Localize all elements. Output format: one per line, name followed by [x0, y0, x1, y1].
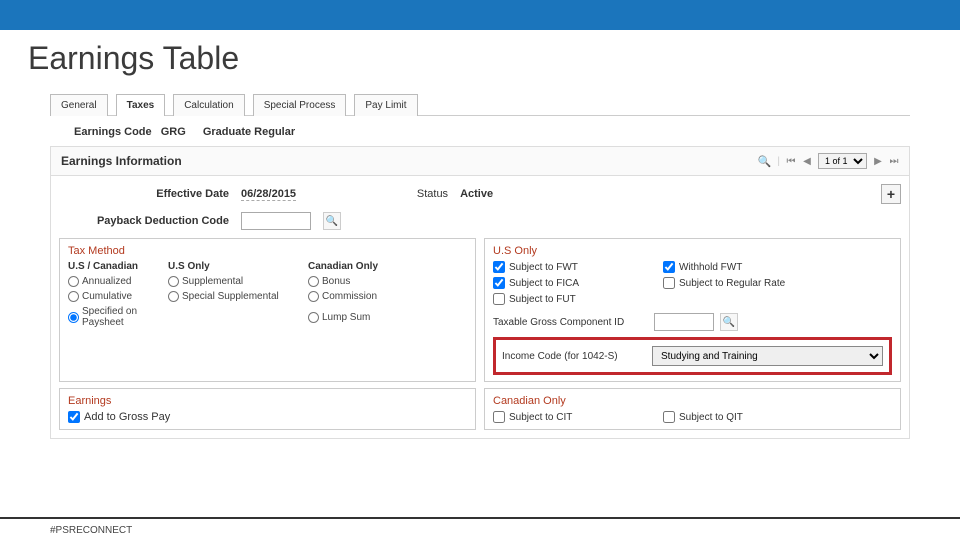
- tab-calculation[interactable]: Calculation: [173, 94, 244, 116]
- slide-footer: #PSRECONNECT: [0, 517, 960, 540]
- radio-annualized[interactable]: Annualized: [68, 276, 168, 287]
- find-icon[interactable]: 🔍: [758, 155, 772, 168]
- tab-special-process[interactable]: Special Process: [253, 94, 347, 116]
- tabstrip: General Taxes Calculation Special Proces…: [50, 93, 910, 116]
- taxable-gross-row: Taxable Gross Component ID 🔍: [493, 313, 892, 331]
- effective-date-value: 06/28/2015: [241, 188, 296, 201]
- radio-cumulative[interactable]: Cumulative: [68, 291, 168, 302]
- taxable-gross-input[interactable]: [654, 313, 714, 331]
- earnings-code-label: Earnings Code: [74, 126, 152, 138]
- chk-withhold-fwt[interactable]: Withhold FWT: [663, 261, 833, 273]
- chk-subject-fwt[interactable]: Subject to FWT: [493, 261, 663, 273]
- chk-subject-cit[interactable]: Subject to CIT: [493, 411, 663, 423]
- chk-subject-regular-rate[interactable]: Subject to Regular Rate: [663, 277, 833, 289]
- payback-lookup-icon[interactable]: 🔍: [323, 212, 341, 230]
- radio-supplemental[interactable]: Supplemental: [168, 276, 308, 287]
- pager-prev-icon[interactable]: ◀: [802, 156, 812, 166]
- effective-date-row: Effective Date 06/28/2015 Status Active …: [59, 184, 901, 204]
- earnings-title: Earnings: [68, 395, 467, 407]
- income-code-highlight: Income Code (for 1042-S) Studying and Tr…: [493, 337, 892, 375]
- tax-method-box: Tax Method U.S / Canadian U.S Only Canad…: [59, 238, 476, 382]
- earnings-code-value: GRG: [161, 126, 186, 138]
- hdr-ca-only: Canadian Only: [308, 261, 418, 272]
- canadian-only-title: Canadian Only: [493, 395, 892, 407]
- earnings-row: Earnings Add to Gross Pay Canadian Only …: [59, 388, 901, 430]
- tax-method-headers: U.S / Canadian U.S Only Canadian Only: [68, 261, 467, 272]
- status-label: Status: [368, 188, 448, 200]
- footer-hashtag: #PSRECONNECT: [50, 525, 132, 536]
- payback-input[interactable]: [241, 212, 311, 230]
- radio-commission[interactable]: Commission: [308, 291, 418, 302]
- chk-subject-fica[interactable]: Subject to FICA: [493, 277, 663, 289]
- earnings-box-left: Earnings Add to Gross Pay: [59, 388, 476, 430]
- earnings-code-description: Graduate Regular: [203, 126, 295, 138]
- us-only-grid: Subject to FWT Withhold FWT Subject to F…: [493, 261, 892, 305]
- income-code-select[interactable]: Studying and Training: [652, 346, 883, 366]
- payback-row: Payback Deduction Code 🔍: [59, 212, 901, 230]
- earnings-info-panel: Effective Date 06/28/2015 Status Active …: [50, 176, 910, 439]
- slide-title: Earnings Table: [0, 30, 960, 93]
- taxable-gross-label: Taxable Gross Component ID: [493, 317, 648, 328]
- pager-next-icon[interactable]: ▶: [873, 156, 883, 166]
- us-only-title: U.S Only: [493, 245, 892, 257]
- tab-pay-limit[interactable]: Pay Limit: [354, 94, 417, 116]
- pager-last-icon[interactable]: ⏭: [889, 156, 899, 166]
- tax-columns: Tax Method U.S / Canadian U.S Only Canad…: [59, 238, 901, 382]
- chk-add-to-gross[interactable]: Add to Gross Pay: [68, 411, 467, 423]
- tax-method-title: Tax Method: [68, 245, 467, 257]
- earnings-code-subheader: Earnings Code GRG Graduate Regular: [50, 116, 910, 146]
- record-pager: 🔍 | ⏮ ◀ 1 of 1 ▶ ⏭: [758, 153, 899, 169]
- app-screenshot: General Taxes Calculation Special Proces…: [50, 93, 910, 439]
- effective-date-label: Effective Date: [59, 188, 229, 200]
- us-only-box: U.S Only Subject to FWT Withhold FWT Sub…: [484, 238, 901, 382]
- tax-method-grid: Annualized Supplemental Bonus Cumulative…: [68, 276, 467, 328]
- hdr-us-only: U.S Only: [168, 261, 308, 272]
- section-title: Earnings Information: [61, 154, 182, 168]
- chk-subject-fut[interactable]: Subject to FUT: [493, 293, 663, 305]
- taxable-gross-lookup-icon[interactable]: 🔍: [720, 313, 738, 331]
- section-header-bar: Earnings Information 🔍 | ⏮ ◀ 1 of 1 ▶ ⏭: [50, 146, 910, 176]
- pager-select[interactable]: 1 of 1: [818, 153, 867, 169]
- top-accent-bar: [0, 0, 960, 30]
- status-value: Active: [460, 188, 493, 200]
- income-code-label: Income Code (for 1042-S): [502, 351, 642, 362]
- radio-bonus[interactable]: Bonus: [308, 276, 418, 287]
- radio-specified-paysheet[interactable]: Specified on Paysheet: [68, 306, 168, 328]
- canadian-only-box: Canadian Only Subject to CIT Subject to …: [484, 388, 901, 430]
- pager-divider: |: [777, 156, 780, 167]
- payback-label: Payback Deduction Code: [59, 215, 229, 227]
- radio-lump-sum[interactable]: Lump Sum: [308, 306, 418, 328]
- tab-general[interactable]: General: [50, 94, 108, 116]
- tab-taxes[interactable]: Taxes: [116, 94, 166, 116]
- radio-special-supplemental[interactable]: Special Supplemental: [168, 291, 308, 302]
- add-row-button[interactable]: +: [881, 184, 901, 204]
- chk-subject-qit[interactable]: Subject to QIT: [663, 411, 833, 423]
- pager-first-icon[interactable]: ⏮: [786, 156, 796, 166]
- hdr-us-ca: U.S / Canadian: [68, 261, 168, 272]
- canadian-only-grid: Subject to CIT Subject to QIT: [493, 411, 892, 423]
